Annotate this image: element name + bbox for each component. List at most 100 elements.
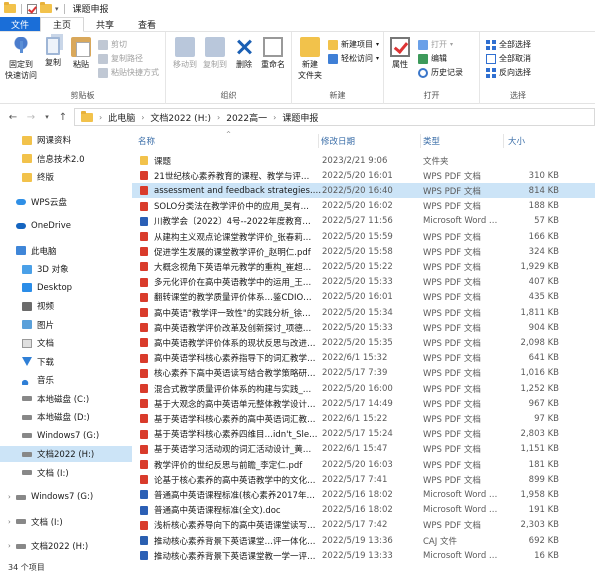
tab-home[interactable]: 主页 <box>40 17 85 32</box>
column-type[interactable]: 类型 <box>423 135 440 147</box>
cut-button[interactable]: 剪切 <box>98 39 127 50</box>
copy-to-button[interactable]: 复制到 <box>200 37 230 70</box>
select-all-button[interactable]: 全部选择 <box>486 39 531 50</box>
file-row[interactable]: 翻转课堂的教学质量评价体系…鉴CDIO… 2022/5/20 16:01 WPS P… <box>132 290 595 305</box>
nav-item[interactable]: 文档 <box>0 335 132 351</box>
status-item-count: 34 个项目 <box>8 563 45 572</box>
up-arrow-icon[interactable]: ↑ <box>56 112 70 123</box>
nav-item[interactable]: › Windows7 (G:) <box>0 489 132 505</box>
new-folder-button[interactable]: 新建 文件夹 <box>296 37 324 81</box>
nav-item[interactable]: WPS云盘 <box>0 194 132 210</box>
recent-locations-chevron-icon[interactable]: ▾ <box>40 113 54 121</box>
select-none-button[interactable]: 全部取消 <box>486 53 531 64</box>
column-date-modified[interactable]: 修改日期 <box>321 135 355 147</box>
file-row[interactable]: 21世纪核心素养教育的课程、教学与评… 2022/5/20 16:01 WPS PD… <box>132 168 595 183</box>
pin-quick-access-button[interactable]: 固定到 快速访问 <box>4 37 38 81</box>
address-bar[interactable]: › 此电脑 › 文档2022 (H:) › 2022高一 › 课题申报 <box>74 108 595 126</box>
file-name: 多元化评价在高中英语教学中的运用_王… <box>154 278 312 289</box>
nav-item[interactable]: 网课资料 <box>0 132 132 148</box>
expand-chevron-icon[interactable]: › <box>8 493 16 501</box>
breadcrumb-separator-icon[interactable]: › <box>217 113 220 122</box>
history-button[interactable]: 历史记录 <box>418 67 463 78</box>
open-button[interactable]: 打开 ▾ <box>418 39 453 50</box>
column-divider[interactable] <box>420 134 421 148</box>
file-row[interactable]: 高中英语"教学评一致性"的实践分析_徐… 2022/5/20 15:34 WPS P… <box>132 305 595 320</box>
file-row[interactable]: 论基于核心素养的高中英语教学中的文化… 2022/5/17 7:41 WPS PDF… <box>132 472 595 487</box>
breadcrumb-separator-icon[interactable]: › <box>273 113 276 122</box>
breadcrumb-current-folder[interactable]: 课题申报 <box>282 111 318 124</box>
back-arrow-icon[interactable]: ← <box>6 112 20 123</box>
tab-view[interactable]: 查看 <box>126 17 168 31</box>
copy-button[interactable]: 复制 <box>42 37 64 68</box>
new-item-button[interactable]: 新建项目 ▾ <box>328 39 379 50</box>
customize-toolbar-icon[interactable]: ▾ <box>55 5 59 13</box>
nav-item[interactable]: 本地磁盘 (C:) <box>0 391 132 407</box>
file-row[interactable]: 教学评价的世纪反思与前瞻_李定仁.pdf 2022/5/20 16:03 WPS P… <box>132 457 595 472</box>
move-to-button[interactable]: 移动到 <box>170 37 200 70</box>
breadcrumb-this-pc[interactable]: 此电脑 <box>108 111 135 124</box>
nav-item[interactable]: Desktop <box>0 280 132 296</box>
properties-check-icon[interactable] <box>27 3 37 14</box>
nav-item[interactable]: › 文档2022 (H:) <box>0 538 132 554</box>
file-row[interactable]: 推动核心素养背景下英语课堂…评一体化… 2022/5/19 13:36 CAJ 文件… <box>132 533 595 548</box>
nav-item[interactable]: OneDrive <box>0 218 132 234</box>
file-row[interactable]: 基于大观念的高中英语单元整体教学设计… 2022/5/17 14:49 WPS PD… <box>132 396 595 411</box>
nav-item[interactable]: 视频 <box>0 298 132 314</box>
nav-item[interactable]: 本地磁盘 (D:) <box>0 409 132 425</box>
file-row[interactable]: 推动核心素养背景下英语课堂教一学一评… 2022/5/19 13:33 Micros… <box>132 548 595 563</box>
tab-share[interactable]: 共享 <box>84 17 126 31</box>
paste-button[interactable]: 粘贴 <box>70 37 92 70</box>
nav-item[interactable]: 3D 对象 <box>0 261 132 277</box>
nav-item[interactable]: 文档 (I:) <box>0 465 132 481</box>
breadcrumb-2022-grade[interactable]: 2022高一 <box>226 111 267 124</box>
file-row[interactable]: 基于英语学科核心素养四维目…idn't_Sle… 2022/5/17 15:24 W… <box>132 427 595 442</box>
file-row[interactable]: 普通高中英语课程标准(全文).doc 2022/5/16 18:02 Microso… <box>132 503 595 518</box>
file-row[interactable]: 浅析核心素养导向下的高中英语课堂读写… 2022/5/17 7:42 WPS PDF… <box>132 518 595 533</box>
file-row[interactable]: 多元化评价在高中英语教学中的运用_王… 2022/5/20 15:33 WPS PD… <box>132 275 595 290</box>
delete-button[interactable]: 删除 <box>232 37 256 70</box>
nav-item[interactable]: 下载 <box>0 354 132 370</box>
file-row[interactable]: 基于英语学科核心素养的高中英语词汇教… 2022/6/1 15:22 WPS PDF… <box>132 411 595 426</box>
file-row[interactable]: 混合式教学质量评价体系的构建与实践_… 2022/5/20 16:00 WPS PD… <box>132 381 595 396</box>
expand-chevron-icon[interactable]: › <box>8 542 16 550</box>
file-row[interactable]: 课题 2023/2/21 9:06 文件夹 <box>132 153 595 168</box>
edit-button[interactable]: 编辑 <box>418 53 447 64</box>
file-row[interactable]: 高中英语教学评价体系的现状反思与改进… 2022/5/20 15:35 WPS PD… <box>132 335 595 350</box>
nav-item[interactable]: 信息技术2.0 <box>0 151 132 167</box>
column-size[interactable]: 大小 <box>508 135 525 147</box>
invert-selection-button[interactable]: 反向选择 <box>486 67 531 78</box>
column-divider[interactable] <box>318 134 319 148</box>
paste-shortcut-button[interactable]: 粘贴快捷方式 <box>98 67 159 78</box>
column-name[interactable]: 名称 <box>138 135 155 147</box>
properties-button[interactable]: 属性 <box>388 37 412 70</box>
breadcrumb-separator-icon[interactable]: › <box>99 113 102 122</box>
file-row[interactable]: 高中英语教学评价改革及创新探讨_项德… 2022/5/20 15:33 WPS PD… <box>132 320 595 335</box>
nav-item[interactable]: › 文档 (I:) <box>0 514 132 530</box>
tab-file[interactable]: 文件 <box>0 17 41 31</box>
nav-item[interactable]: 图片 <box>0 317 132 333</box>
breadcrumb-separator-icon[interactable]: › <box>141 113 144 122</box>
file-row[interactable]: assessment and feedback strategies.… 2022… <box>132 183 595 199</box>
forward-arrow-icon[interactable]: → <box>24 112 38 123</box>
file-row[interactable]: 大概念视角下英语单元教学的重构_崔超… 2022/5/20 15:22 WPS PD… <box>132 259 595 274</box>
rename-button[interactable]: 重命名 <box>258 37 288 70</box>
file-row[interactable]: 普通高中英语课程标准(核心素养2017年… 2022/5/16 18:02 Micr… <box>132 487 595 502</box>
file-row[interactable]: SOLO分类法在教学评价中的应用_吴有… 2022/5/20 16:02 WPS P… <box>132 199 595 214</box>
easy-access-button[interactable]: 轻松访问 ▾ <box>328 53 379 64</box>
file-row[interactable]: 促进学生发展的课堂教学评价_赵明仁.pdf 2022/5/20 15:58 WPS … <box>132 244 595 259</box>
expand-chevron-icon[interactable]: › <box>8 518 16 526</box>
breadcrumb-drive-h[interactable]: 文档2022 (H:) <box>150 111 211 124</box>
column-divider[interactable] <box>503 134 504 148</box>
file-row[interactable]: 川教学会〔2022〕4号--2022年度教育… 2022/5/27 11:56 Mi… <box>132 214 595 229</box>
nav-item[interactable]: Windows7 (G:) <box>0 428 132 444</box>
nav-item[interactable]: 此电脑 <box>0 243 132 259</box>
file-row[interactable]: 从建构主义观点论课堂教学评价_张春莉… 2022/5/20 15:59 WPS PD… <box>132 229 595 244</box>
nav-item[interactable]: 文档2022 (H:) <box>0 446 132 462</box>
nav-item[interactable]: 终版 <box>0 169 132 185</box>
new-folder-icon[interactable] <box>40 2 52 13</box>
file-row[interactable]: 高中英语学科核心素养指导下的词汇教学… 2022/6/1 15:32 WPS PDF… <box>132 351 595 366</box>
copy-path-button[interactable]: 复制路径 <box>98 53 143 64</box>
nav-item[interactable]: 音乐 <box>0 372 132 388</box>
file-row[interactable]: 核心素养下高中英语读写结合教学策略研… 2022/5/17 7:39 WPS PDF… <box>132 366 595 381</box>
file-row[interactable]: 基于英语学习活动观的词汇活动设计_黄… 2022/6/1 15:47 WPS PDF… <box>132 442 595 457</box>
